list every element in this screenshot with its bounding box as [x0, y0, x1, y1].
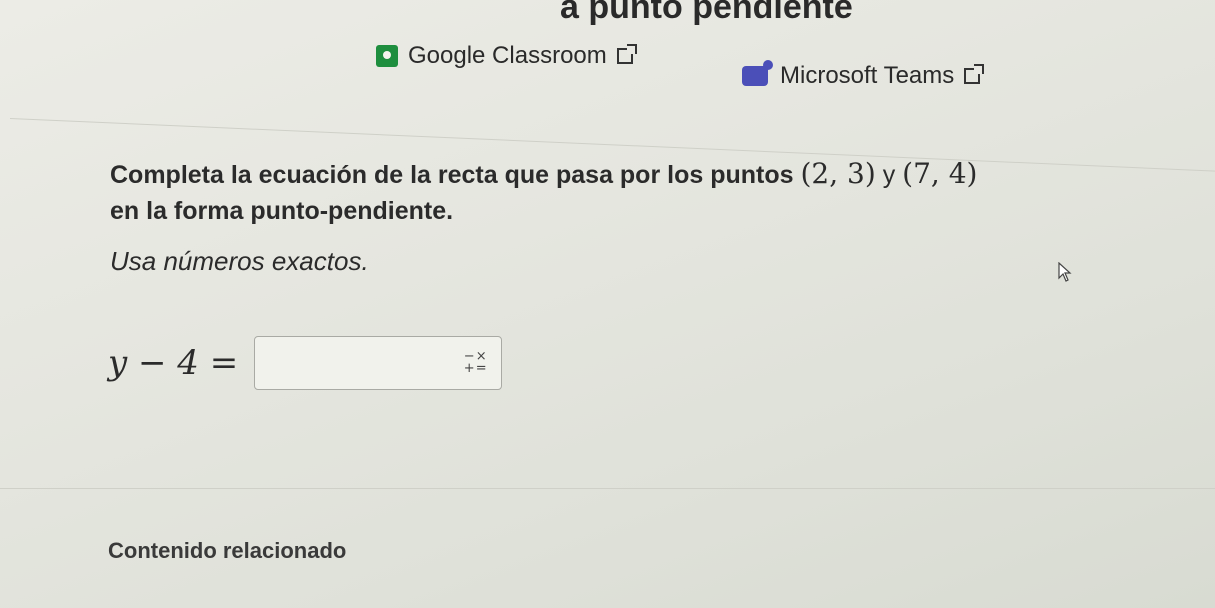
share-links: Google Classroom Microsoft Teams: [0, 38, 1215, 98]
answer-input[interactable]: [261, 343, 446, 385]
math-keypad-icon[interactable]: − × + =: [463, 350, 487, 376]
microsoft-teams-link[interactable]: Microsoft Teams: [742, 60, 985, 90]
page-title: a punto pendiente: [560, 0, 853, 26]
divider: [0, 488, 1215, 489]
instruction-text: Usa números exactos.: [110, 246, 369, 276]
external-link-icon: [964, 64, 985, 84]
microsoft-teams-icon: [742, 60, 773, 86]
answer-box[interactable]: − × + =: [254, 336, 503, 390]
google-classroom-label: Google Classroom: [408, 42, 607, 69]
equation-row: y − 4 = − × + =: [108, 336, 503, 390]
mouse-cursor-icon: [1058, 262, 1072, 282]
point-1: (2, 3): [800, 157, 876, 190]
equation-lhs: y − 4 =: [108, 343, 239, 383]
external-link-icon: [616, 44, 637, 64]
question-connector: y: [875, 161, 903, 189]
point-2: (7, 4): [902, 157, 978, 190]
question-prompt: Completa la ecuación de la recta que pas…: [110, 156, 1160, 229]
question-text-line2: en la forma punto-pendiente.: [110, 197, 454, 225]
question-text: Completa la ecuación de la recta que pas…: [110, 161, 801, 189]
google-classroom-link[interactable]: Google Classroom: [376, 42, 637, 70]
plus-symbol: +: [463, 361, 475, 376]
related-content-heading: Contenido relacionado: [108, 538, 347, 563]
microsoft-teams-label: Microsoft Teams: [780, 62, 955, 89]
google-classroom-icon: [376, 45, 398, 67]
equals-symbol: =: [475, 361, 487, 376]
